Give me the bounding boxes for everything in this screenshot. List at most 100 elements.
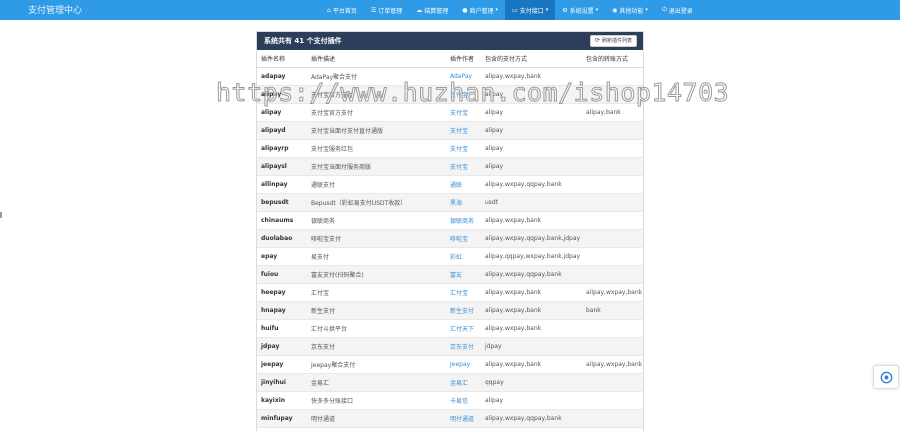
plugin-author[interactable]: 哆啦宝 bbox=[446, 230, 481, 248]
plugin-panel: 系统共有 41 个支付插件 ⟳ 刷新插件列表 插件名称 插件描述 插件作者 包含… bbox=[256, 31, 644, 431]
plugin-code: passpay bbox=[257, 428, 307, 431]
plugin-description: 汇付斗拱平台 bbox=[307, 320, 446, 338]
transfer-methods: alipay,bank bbox=[582, 104, 643, 122]
plugin-author[interactable]: 卡易信 bbox=[446, 392, 481, 410]
pay-methods: alipay bbox=[481, 392, 582, 410]
plugin-code: huifu bbox=[257, 320, 307, 338]
table-row: kayixin快多多分账接口卡易信alipay bbox=[257, 392, 643, 410]
table-row: alipaysl支付宝当面付服务商版支付宝alipay bbox=[257, 158, 643, 176]
plugin-description: 快多多分账接口 bbox=[307, 392, 446, 410]
transfer-methods bbox=[582, 194, 643, 212]
table-row: jdpay京东支付京东支付jdpay bbox=[257, 338, 643, 356]
transfer-methods bbox=[582, 392, 643, 410]
nav-item-1[interactable]: ☰订单管理 bbox=[364, 0, 409, 20]
nav-label: 商户管理 bbox=[470, 6, 494, 15]
plugin-author[interactable]: 彩虹 bbox=[446, 248, 481, 266]
pay-methods: alipay,wxpay,bank bbox=[481, 302, 582, 320]
table-row: heepay汇付宝汇付宝alipay,wxpay,bankalipay,wxpa… bbox=[257, 284, 643, 302]
plugin-author[interactable]: 黑海 bbox=[446, 194, 481, 212]
table-row: passpay精秀支付精秀alipay,wxpay,qqpay,bank bbox=[257, 428, 643, 431]
plugin-author[interactable]: Jeepay bbox=[446, 356, 481, 374]
column-header: 包含的支付方式 bbox=[481, 50, 582, 68]
plugin-author[interactable]: 支付宝 bbox=[446, 122, 481, 140]
plugin-description: 精秀支付 bbox=[307, 428, 446, 431]
plugin-author[interactable]: 精秀 bbox=[446, 428, 481, 431]
plugin-description: 通联支付 bbox=[307, 176, 446, 194]
transfer-methods bbox=[582, 428, 643, 431]
plugin-code: jeepay bbox=[257, 356, 307, 374]
nav-label: 结算管理 bbox=[424, 6, 448, 15]
table-row: fuiou富友支付(扫码聚合)富友alipay,wxpay,qqpay,bank bbox=[257, 266, 643, 284]
plugin-author[interactable]: 支付宝 bbox=[446, 104, 481, 122]
transfer-methods bbox=[582, 374, 643, 392]
table-row: jeepayJeepay聚合支付Jeepayalipay,wxpay,banka… bbox=[257, 356, 643, 374]
nav-item-5[interactable]: ⚙系统设置▾ bbox=[555, 0, 605, 20]
transfer-methods bbox=[582, 248, 643, 266]
plugin-code: kayixin bbox=[257, 392, 307, 410]
refresh-plugins-button[interactable]: ⟳ 刷新插件列表 bbox=[590, 35, 637, 47]
plugin-author[interactable]: 汇付宝 bbox=[446, 284, 481, 302]
top-navbar: 支付管理中心 ⌂平台首页☰订单管理☁结算管理●商户管理▾▭支付接口▾⚙系统设置▾… bbox=[0, 0, 900, 20]
plugin-description: 支付宝服务红包 bbox=[307, 140, 446, 158]
plugin-description: 明付通道 bbox=[307, 410, 446, 428]
plugin-code: alipay bbox=[257, 104, 307, 122]
transfer-methods bbox=[582, 158, 643, 176]
nav-item-0[interactable]: ⌂平台首页 bbox=[320, 0, 364, 20]
plugin-description: 易支付 bbox=[307, 248, 446, 266]
table-row: adapayAdaPay聚合支付AdaPayalipay,wxpay,bank bbox=[257, 68, 643, 86]
plugin-description: 支付宝当面付支付直付通版 bbox=[307, 122, 446, 140]
transfer-methods bbox=[582, 122, 643, 140]
chevron-down-icon: ▾ bbox=[645, 7, 648, 13]
plugin-author[interactable]: 京东支付 bbox=[446, 338, 481, 356]
plugin-code: jinyihui bbox=[257, 374, 307, 392]
transfer-methods bbox=[582, 68, 643, 86]
pay-methods: alipay,wxpay,bank bbox=[481, 320, 582, 338]
card-icon: ▭ bbox=[512, 7, 518, 14]
transfer-methods bbox=[582, 176, 643, 194]
plugin-code: chinaums bbox=[257, 212, 307, 230]
plugin-author[interactable]: 新生支付 bbox=[446, 302, 481, 320]
plugin-code: hnapay bbox=[257, 302, 307, 320]
plugin-author[interactable]: 富友 bbox=[446, 266, 481, 284]
plugin-author[interactable]: 支付宝 bbox=[446, 86, 481, 104]
transfer-methods bbox=[582, 410, 643, 428]
nav-item-4[interactable]: ▭支付接口▾ bbox=[505, 0, 555, 20]
plugin-author[interactable]: 金易汇 bbox=[446, 374, 481, 392]
floating-help-button[interactable] bbox=[873, 365, 899, 389]
nav-label: 退出登录 bbox=[669, 6, 693, 15]
table-row: alipay支付宝官方支付支付宝alipayalipay,bank bbox=[257, 104, 643, 122]
pay-methods: alipay bbox=[481, 122, 582, 140]
chevron-down-icon: ▾ bbox=[596, 7, 599, 13]
nav-item-2[interactable]: ☁结算管理 bbox=[409, 0, 455, 20]
plugin-description: 哆啦宝支付 bbox=[307, 230, 446, 248]
plugin-author[interactable]: 通联 bbox=[446, 176, 481, 194]
transfer-methods bbox=[582, 230, 643, 248]
plugin-author[interactable]: 银联商务 bbox=[446, 212, 481, 230]
table-row: epay易支付彩虹alipay,qqpay,wxpay,bank,jdpay bbox=[257, 248, 643, 266]
refresh-icon: ⟳ bbox=[595, 36, 600, 46]
plugin-code: bepusdt bbox=[257, 194, 307, 212]
pay-methods: usdt bbox=[481, 194, 582, 212]
transfer-methods: alipay,wxpay,bank bbox=[582, 356, 643, 374]
nav-item-6[interactable]: ◉其他功能▾ bbox=[605, 0, 655, 20]
pay-methods: alipay,wxpay,qqpay,bank bbox=[481, 428, 582, 431]
brand-title[interactable]: 支付管理中心 bbox=[28, 3, 82, 16]
plugin-author[interactable]: 汇付天下 bbox=[446, 320, 481, 338]
plugin-author[interactable]: 支付宝 bbox=[446, 158, 481, 176]
transfer-methods bbox=[582, 86, 643, 104]
pay-methods: alipay bbox=[481, 104, 582, 122]
nav-item-3[interactable]: ●商户管理▾ bbox=[455, 0, 505, 20]
plugin-code: duolabao bbox=[257, 230, 307, 248]
pay-methods: alipay,wxpay,qqpay,bank bbox=[481, 410, 582, 428]
home-icon: ⌂ bbox=[327, 7, 331, 14]
plugin-author[interactable]: 明付通道 bbox=[446, 410, 481, 428]
column-header: 包含的转账方式 bbox=[582, 50, 643, 68]
pay-methods: alipay,wxpay,bank bbox=[481, 356, 582, 374]
plugin-code: jdpay bbox=[257, 338, 307, 356]
nav-item-7[interactable]: ⏻退出登录 bbox=[655, 0, 700, 20]
column-header: 插件名称 bbox=[257, 50, 307, 68]
transfer-methods bbox=[582, 338, 643, 356]
table-row: alipayd支付宝当面付支付直付通版支付宝alipay bbox=[257, 122, 643, 140]
plugin-author[interactable]: AdaPay bbox=[446, 68, 481, 86]
plugin-author[interactable]: 支付宝 bbox=[446, 140, 481, 158]
